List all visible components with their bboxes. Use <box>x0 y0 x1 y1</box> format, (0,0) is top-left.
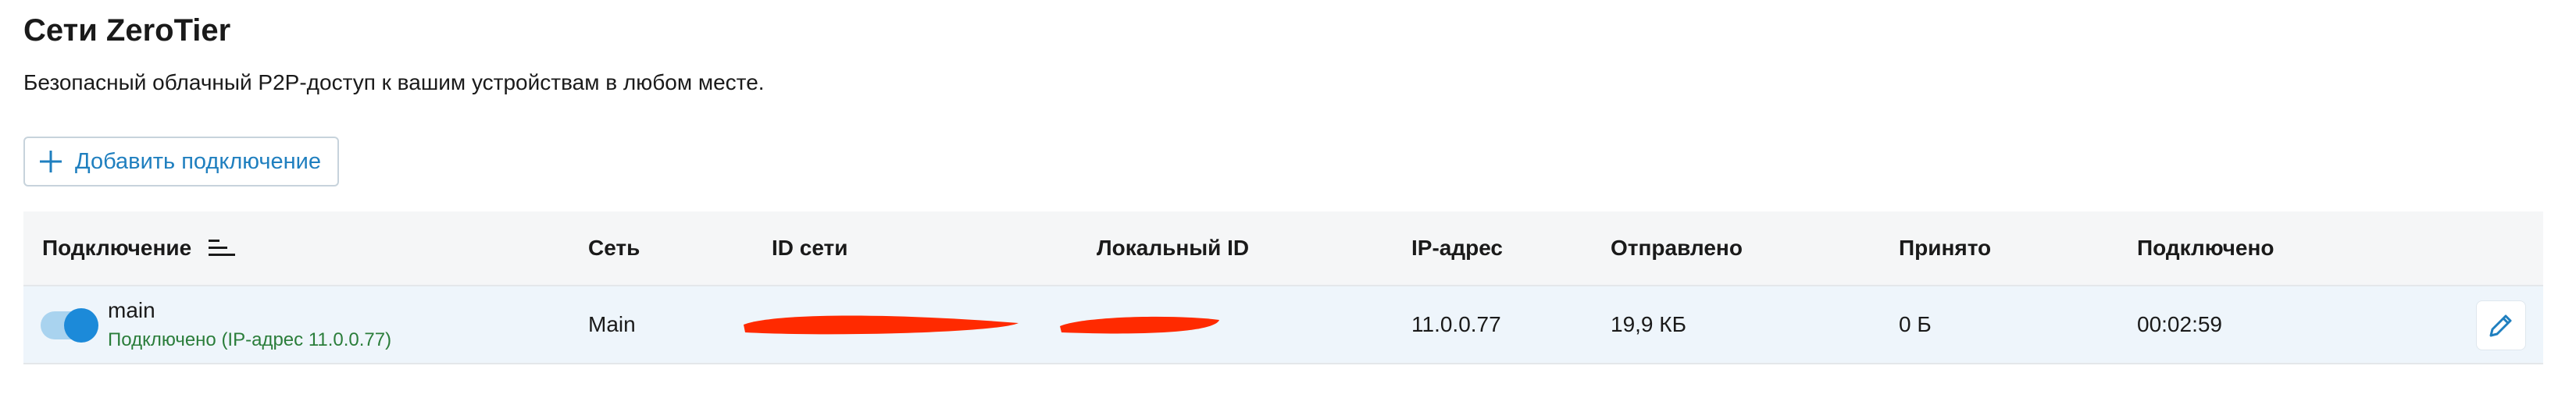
edit-connection-button[interactable] <box>2476 300 2526 350</box>
add-connection-label: Добавить подключение <box>75 148 321 174</box>
column-header-ip[interactable]: IP-адрес <box>1411 211 1503 285</box>
column-header-network[interactable]: Сеть <box>588 211 640 285</box>
column-header-connection[interactable]: Подключение <box>42 211 236 285</box>
cell-network-id-redacted <box>740 286 1022 363</box>
redaction-mark <box>744 315 1019 335</box>
column-header-network-id[interactable]: ID сети <box>772 211 847 285</box>
redaction-mark <box>1060 316 1219 334</box>
column-header-connection-label: Подключение <box>42 236 192 260</box>
connection-toggle[interactable] <box>41 308 98 343</box>
cell-ip: 11.0.0.77 <box>1411 312 1501 336</box>
connection-status: Подключено (IP-адрес 11.0.0.77) <box>108 329 392 350</box>
column-header-sent[interactable]: Отправлено <box>1611 211 1743 285</box>
column-header-received[interactable]: Принято <box>1899 211 1991 285</box>
pencil-icon <box>2489 314 2512 337</box>
cell-network: Main <box>588 312 636 336</box>
page-subtitle: Безопасный облачный P2P-доступ к вашим у… <box>23 70 765 94</box>
table-row: main Подключено (IP-адрес 11.0.0.77) Mai… <box>23 286 2543 364</box>
cell-local-id-redacted <box>1058 286 1222 363</box>
column-header-connected[interactable]: Подключено <box>2137 211 2274 285</box>
cell-received: 0 Б <box>1899 312 1932 336</box>
cell-sent: 19,9 КБ <box>1611 312 1686 336</box>
table-header: Подключение Сеть ID сети Локальный ID IP… <box>23 211 2543 286</box>
add-connection-button[interactable]: Добавить подключение <box>23 137 339 186</box>
connection-name: main <box>108 298 155 322</box>
page-title: Сети ZeroTier <box>23 13 231 48</box>
column-header-local-id[interactable]: Локальный ID <box>1097 211 1249 285</box>
cell-connected: 00:02:59 <box>2137 312 2222 336</box>
sort-icon[interactable] <box>209 238 236 258</box>
connections-table: Подключение Сеть ID сети Локальный ID IP… <box>23 211 2543 364</box>
toggle-knob <box>64 308 98 343</box>
plus-icon <box>40 151 62 172</box>
